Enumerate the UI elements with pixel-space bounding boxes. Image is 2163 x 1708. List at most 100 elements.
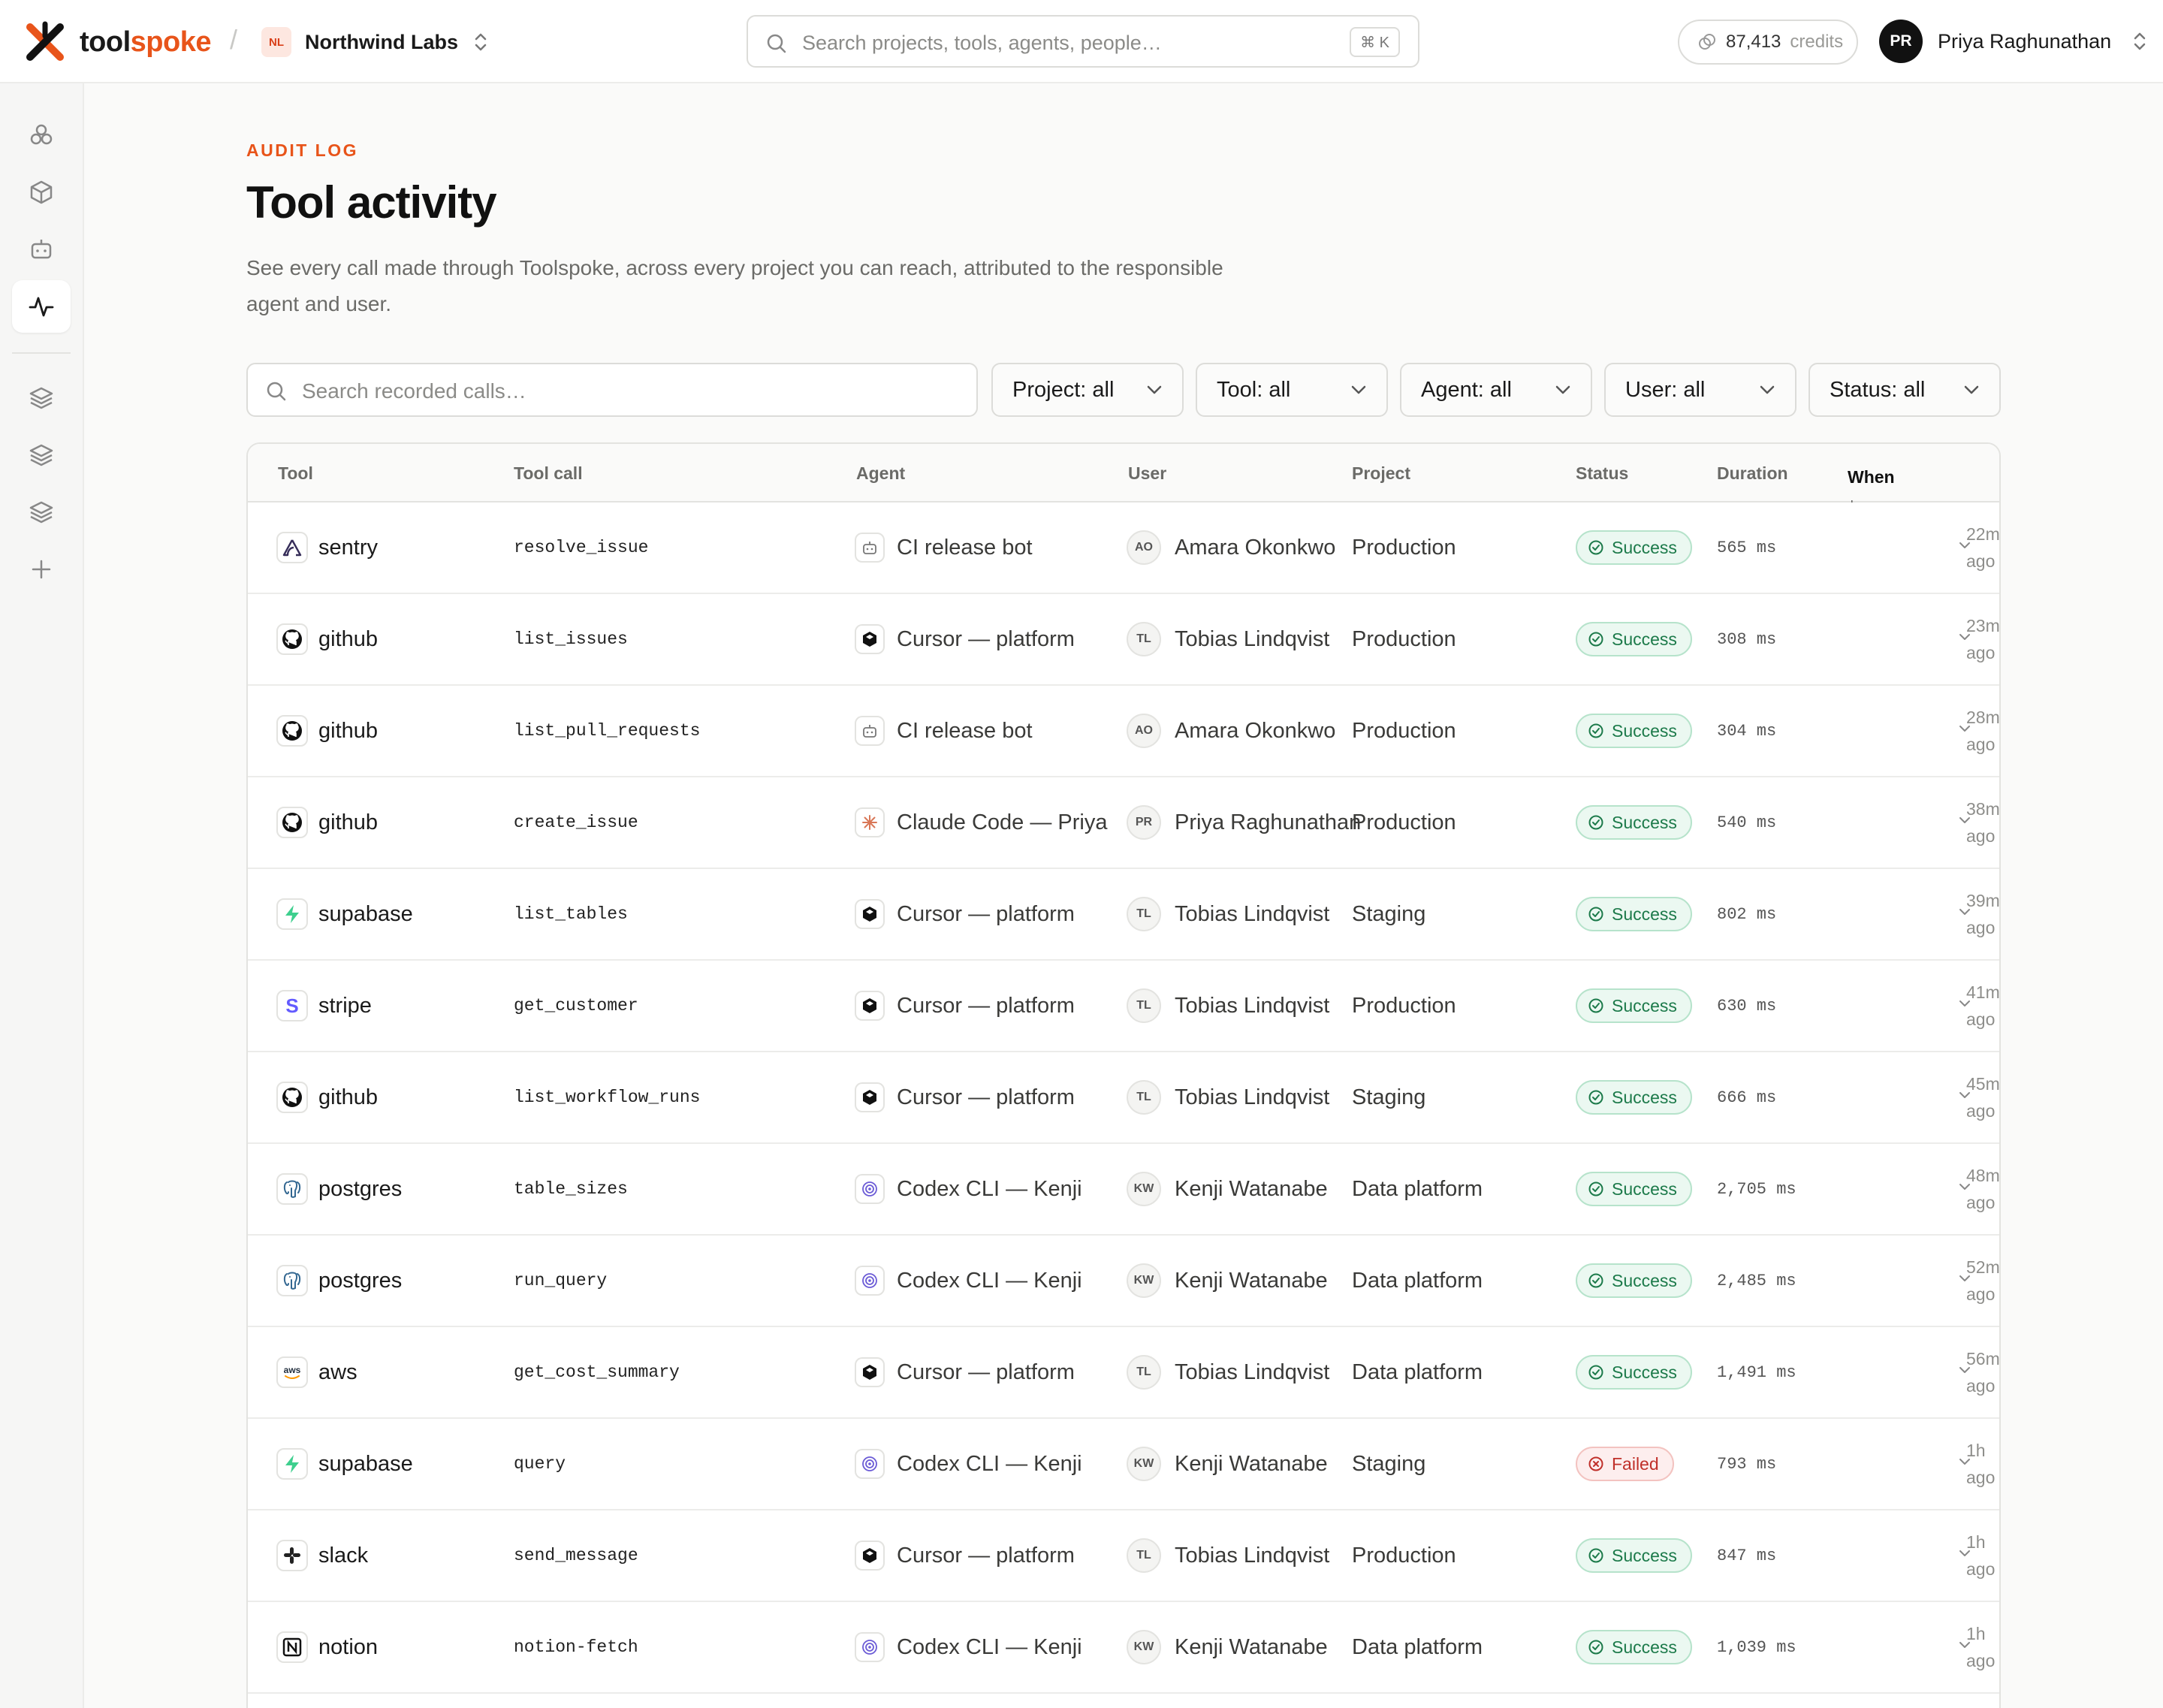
svg-text:S: S bbox=[285, 994, 298, 1017]
chevron-down-icon[interactable] bbox=[1957, 907, 1972, 917]
filter-status[interactable]: Status: all bbox=[1809, 363, 2001, 417]
agent-name: CI release bot bbox=[897, 535, 1033, 560]
column-header-status[interactable]: Status bbox=[1576, 463, 1628, 484]
chevron-down-icon[interactable] bbox=[1957, 1548, 1972, 1559]
tool-cell: Sstripe bbox=[276, 961, 372, 1051]
tool-call-name: get_cost_summary bbox=[514, 1362, 680, 1382]
sidebar-item-project-1[interactable] bbox=[12, 372, 71, 424]
check-circle-icon bbox=[1588, 1181, 1603, 1197]
page-eyebrow: AUDIT LOG bbox=[246, 140, 358, 160]
column-header-project[interactable]: Project bbox=[1352, 463, 1410, 484]
check-circle-icon bbox=[1588, 815, 1603, 830]
sidebar-add-button[interactable] bbox=[12, 543, 71, 596]
user-name: Kenji Watanabe bbox=[1175, 1451, 1328, 1476]
chevron-updown-icon bbox=[2134, 32, 2146, 50]
chevron-down-icon[interactable] bbox=[1957, 540, 1972, 551]
user-cell: KW Kenji Watanabe bbox=[1127, 1144, 1328, 1234]
table-row[interactable]: postgres run_query Codex CLI — Kenji KW Kenj… bbox=[248, 1236, 1999, 1327]
cursor-icon bbox=[855, 1357, 885, 1387]
table-row[interactable]: github create_issue Claude Code — Priya PR P… bbox=[248, 777, 1999, 869]
table-row[interactable]: supabase list_tables Cursor — platform TL To… bbox=[248, 869, 1999, 961]
sidebar-item-tools[interactable] bbox=[12, 166, 71, 219]
column-header-tool-call[interactable]: Tool call bbox=[514, 463, 583, 484]
user-menu[interactable]: PR Priya Raghunathan bbox=[1879, 20, 2147, 63]
tool-call-name: send_message bbox=[514, 1546, 638, 1565]
check-circle-icon bbox=[1588, 540, 1603, 555]
sidebar-item-bots[interactable] bbox=[12, 223, 71, 276]
table-row[interactable]: Sstripe get_customer Cursor — platform TL To… bbox=[248, 961, 1999, 1052]
table-row[interactable]: notion notion-fetch Codex CLI — Kenji KW Ken… bbox=[248, 1602, 1999, 1694]
filter-user[interactable]: User: all bbox=[1604, 363, 1796, 417]
chevron-down-icon[interactable] bbox=[1957, 815, 1972, 825]
chevron-down-icon[interactable] bbox=[1957, 1273, 1972, 1284]
user-avatar: TL bbox=[1127, 1355, 1161, 1390]
column-header-agent[interactable]: Agent bbox=[856, 463, 905, 484]
table-row[interactable]: github list_workflow_runs Cursor — platfor… bbox=[248, 1052, 1999, 1144]
chevron-down-icon bbox=[1760, 385, 1775, 394]
column-header-duration[interactable]: Duration bbox=[1717, 463, 1788, 484]
project-name: Staging bbox=[1352, 1085, 1426, 1109]
table-row[interactable]: aws aws get_cost_summary Cursor — platform T… bbox=[248, 1327, 1999, 1419]
table-row[interactable]: supabase query Codex CLI — Kenji KW Kenji Wa… bbox=[248, 1419, 1999, 1510]
user-avatar: AO bbox=[1127, 714, 1161, 748]
table-row[interactable]: slack send_message Cursor — platform TL Tobi… bbox=[248, 1510, 1999, 1602]
chevron-down-icon[interactable] bbox=[1957, 998, 1972, 1009]
org-switcher[interactable]: NL Northwind Labs bbox=[261, 27, 488, 57]
tool-cell: sentry bbox=[276, 502, 378, 593]
sidebar-item-project-3[interactable] bbox=[12, 486, 71, 539]
chevron-down-icon[interactable] bbox=[1957, 1456, 1972, 1467]
page-title: Tool activity bbox=[246, 177, 497, 228]
project-name: Production bbox=[1352, 718, 1456, 743]
agent-name: Claude Code — Priya bbox=[897, 810, 1108, 834]
breadcrumb-separator: / bbox=[230, 24, 238, 55]
table-row[interactable]: github list_issues Cursor — platform TL Tobi… bbox=[248, 594, 1999, 686]
cursor-icon bbox=[855, 1082, 885, 1112]
table-row[interactable]: sentry resolve_issue CI release bot AO Amara… bbox=[248, 502, 1999, 594]
filter-tool[interactable]: Tool: all bbox=[1196, 363, 1388, 417]
global-search-input[interactable]: Search projects, tools, agents, people… … bbox=[747, 15, 1419, 68]
filter-project[interactable]: Project: all bbox=[991, 363, 1184, 417]
chevron-down-icon[interactable] bbox=[1957, 632, 1972, 642]
sidebar-item-project-2[interactable] bbox=[12, 429, 71, 481]
stripe-icon: S bbox=[276, 990, 308, 1021]
agent-name: Cursor — platform bbox=[897, 1085, 1075, 1109]
column-header-user[interactable]: User bbox=[1128, 463, 1166, 484]
chevron-down-icon[interactable] bbox=[1957, 1365, 1972, 1375]
tool-call-name: resolve_issue bbox=[514, 538, 649, 557]
tool-name: supabase bbox=[318, 901, 413, 926]
tool-call-name: get_customer bbox=[514, 996, 638, 1015]
agent-name: Cursor — platform bbox=[897, 993, 1075, 1018]
layers-icon bbox=[29, 444, 53, 466]
tool-cell: supabase bbox=[276, 1419, 413, 1509]
sidebar-item-activity[interactable] bbox=[12, 280, 71, 333]
project-cell: Staging bbox=[1352, 1419, 1425, 1509]
chevron-down-icon[interactable] bbox=[1957, 1090, 1972, 1100]
layers-icon bbox=[29, 387, 53, 409]
user-cell: PR Priya Raghunathan bbox=[1127, 777, 1361, 868]
search-icon bbox=[767, 34, 786, 53]
status-cell: Success bbox=[1576, 1510, 1692, 1601]
duration-cell: 1,491 ms bbox=[1717, 1327, 1796, 1417]
status-label: Success bbox=[1612, 720, 1677, 741]
chevron-down-icon[interactable] bbox=[1957, 1640, 1972, 1650]
tool-name: sentry bbox=[318, 535, 378, 560]
tool-call-cell: get_cost_summary bbox=[514, 1327, 680, 1417]
logo[interactable]: toolspoke bbox=[24, 21, 211, 63]
table-row[interactable]: github list_pull_requests CI release bot AO… bbox=[248, 686, 1999, 777]
duration-value: 847 ms bbox=[1717, 1546, 1777, 1565]
chevron-down-icon bbox=[1351, 385, 1366, 394]
sidebar-item-agents[interactable] bbox=[12, 109, 71, 161]
calls-search-input[interactable]: Search recorded calls… bbox=[246, 363, 978, 417]
column-header-tool[interactable]: Tool bbox=[278, 463, 313, 484]
table-row[interactable]: postgres table_sizes Codex CLI — Kenji KW Ke… bbox=[248, 1144, 1999, 1236]
credits-pill[interactable]: 87,413 credits bbox=[1678, 20, 1858, 65]
project-name: Data platform bbox=[1352, 1634, 1483, 1659]
tool-call-name: list_tables bbox=[514, 904, 628, 924]
chevron-down-icon[interactable] bbox=[1957, 723, 1972, 734]
tool-cell: postgres bbox=[276, 1236, 402, 1326]
filter-agent[interactable]: Agent: all bbox=[1400, 363, 1592, 417]
chevron-down-icon[interactable] bbox=[1957, 1181, 1972, 1192]
project-cell: Data platform bbox=[1352, 1236, 1483, 1326]
bot-icon bbox=[855, 716, 885, 746]
check-circle-icon bbox=[1588, 1273, 1603, 1288]
